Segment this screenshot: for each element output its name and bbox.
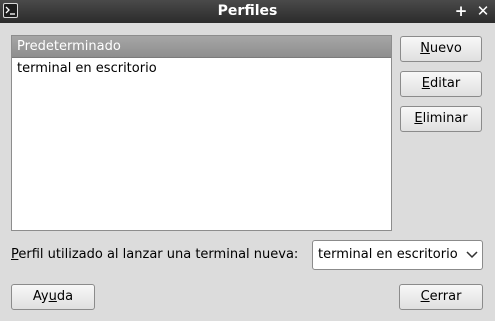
close-button[interactable]: Cerrar bbox=[399, 284, 483, 310]
window-title: Perfiles bbox=[217, 3, 278, 19]
help-button-label-pre: Ay bbox=[32, 289, 49, 304]
list-item-label: terminal en escritorio bbox=[17, 61, 157, 76]
new-button-label: uevo bbox=[429, 41, 462, 56]
chevron-down-icon bbox=[466, 251, 478, 259]
close-icon[interactable]: ✕ bbox=[475, 2, 491, 20]
list-item[interactable]: Predeterminado bbox=[12, 36, 391, 58]
delete-button-label: liminar bbox=[422, 111, 468, 126]
plus-icon[interactable]: + bbox=[453, 2, 469, 20]
launch-profile-select-value: terminal en escritorio bbox=[318, 247, 458, 262]
launch-profile-label: Perfil utilizado al lanzar una terminal … bbox=[11, 246, 298, 264]
new-button[interactable]: Nuevo bbox=[400, 36, 482, 62]
edit-button-mnemonic: E bbox=[421, 76, 430, 91]
list-item-label: Predeterminado bbox=[17, 39, 121, 54]
close-button-mnemonic: C bbox=[420, 289, 430, 304]
profile-list[interactable]: Predeterminado terminal en escritorio bbox=[11, 35, 392, 231]
launch-profile-label-text: erfil utilizado al lanzar una terminal n… bbox=[18, 247, 299, 262]
help-button-label: da bbox=[56, 289, 74, 304]
help-button-mnemonic: u bbox=[48, 289, 57, 304]
close-button-label: errar bbox=[429, 289, 462, 304]
list-item[interactable]: terminal en escritorio bbox=[12, 58, 391, 80]
help-button[interactable]: Ayuda bbox=[11, 284, 95, 310]
delete-button[interactable]: Eliminar bbox=[400, 106, 482, 132]
edit-button[interactable]: Editar bbox=[400, 71, 482, 97]
launch-profile-select[interactable]: terminal en escritorio bbox=[312, 240, 483, 270]
profiles-dialog: Perfiles + ✕ Predeterminado terminal en … bbox=[0, 0, 495, 321]
new-button-mnemonic: N bbox=[420, 41, 430, 56]
title-bar[interactable]: Perfiles + ✕ bbox=[0, 0, 495, 23]
delete-button-mnemonic: E bbox=[414, 111, 423, 126]
edit-button-label: ditar bbox=[429, 76, 461, 91]
